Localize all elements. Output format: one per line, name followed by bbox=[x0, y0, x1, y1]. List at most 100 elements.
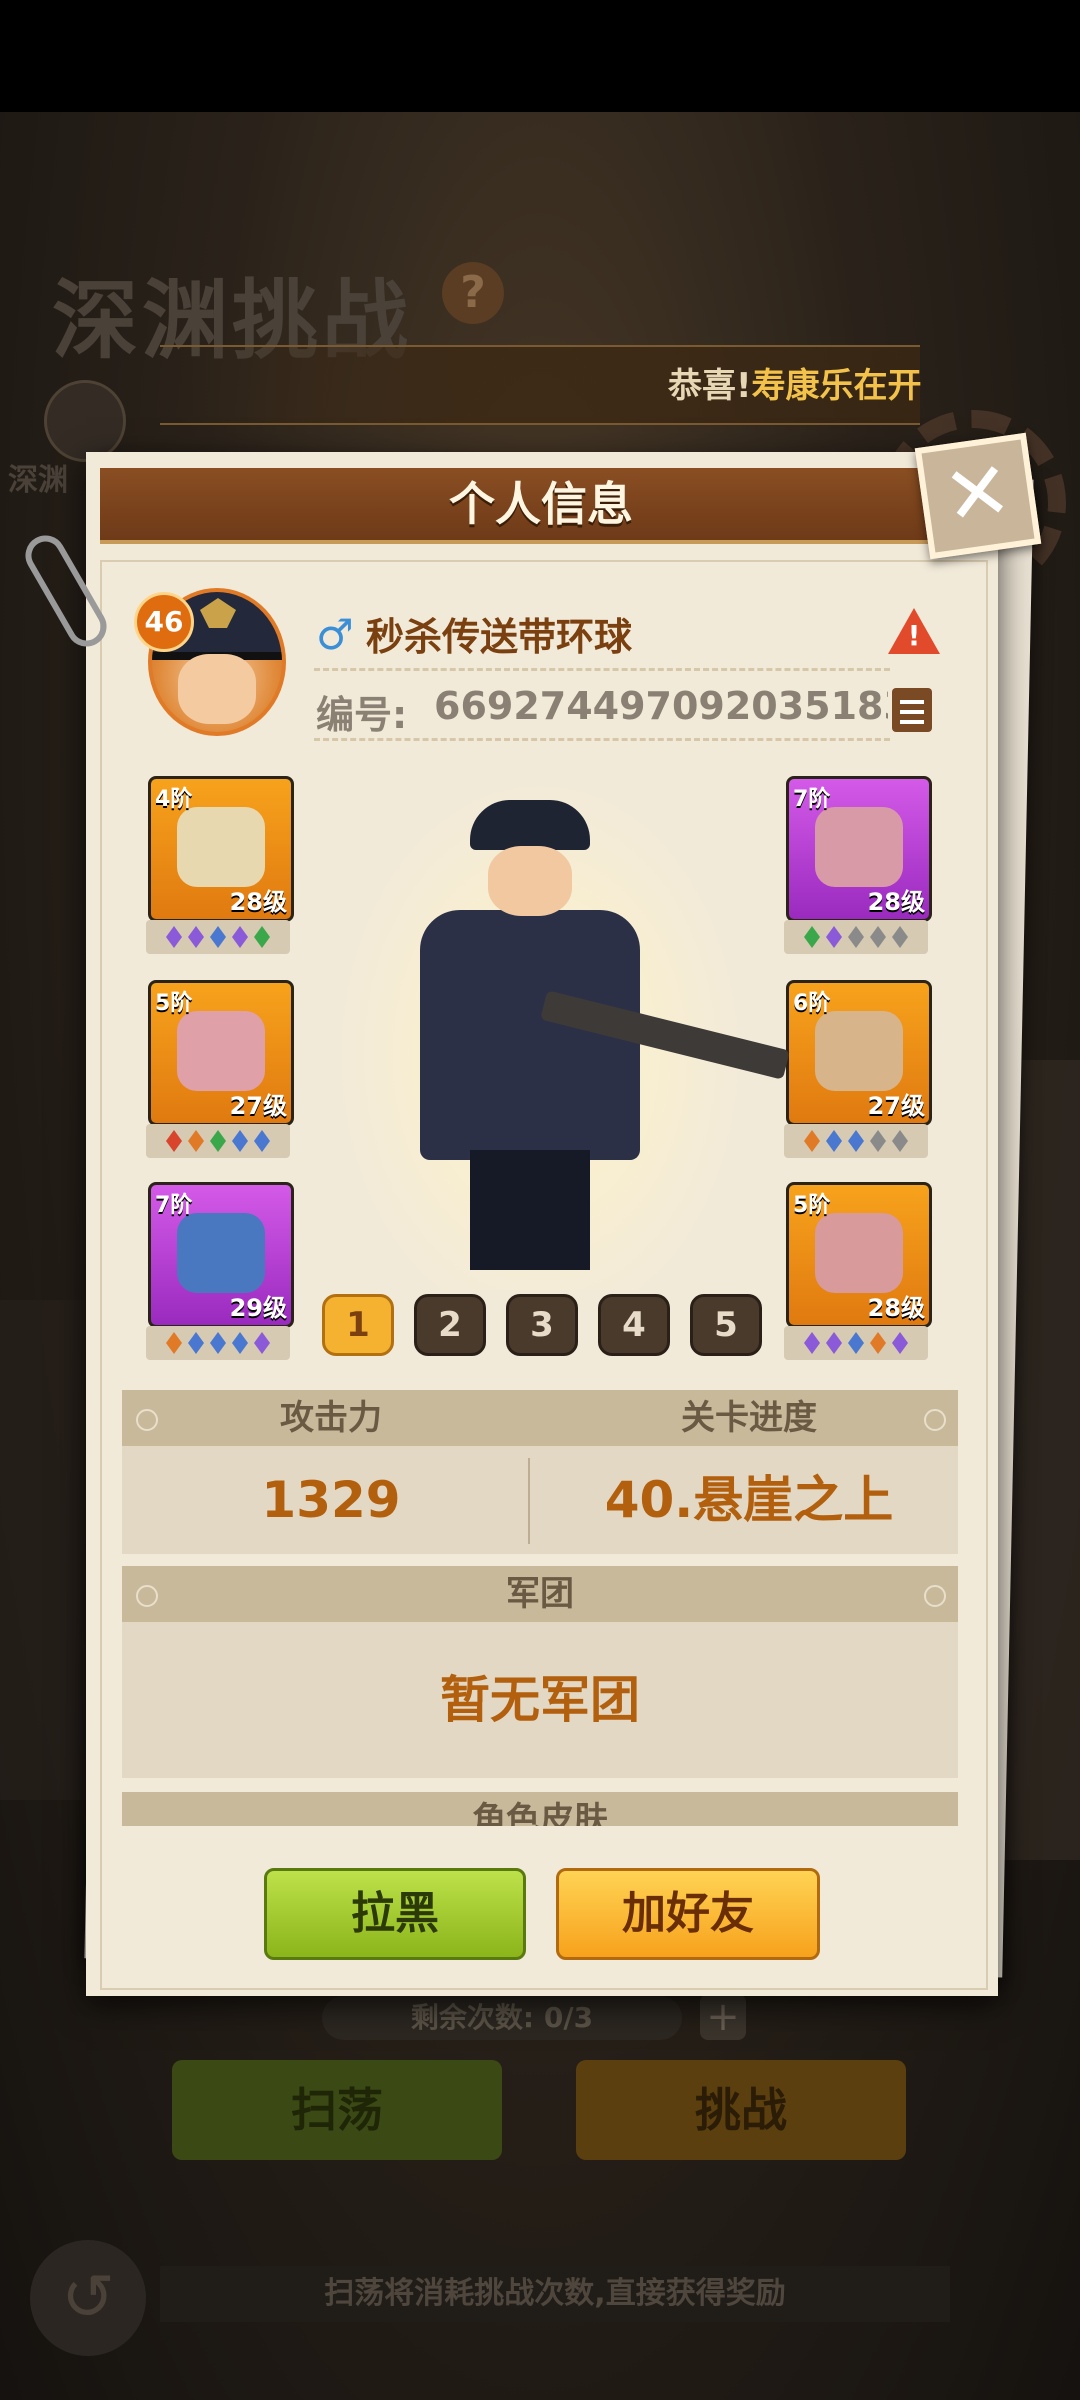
rank-shield-icon bbox=[44, 380, 126, 462]
gem-icon bbox=[892, 1130, 908, 1152]
corner-dot bbox=[924, 1585, 946, 1607]
gloves-icon bbox=[815, 1213, 903, 1293]
gem-icon bbox=[188, 1332, 204, 1354]
copy-icon[interactable] bbox=[892, 688, 932, 732]
gem-icon bbox=[870, 1130, 886, 1152]
gem-icon bbox=[166, 1130, 182, 1152]
equipment-tier: 6阶 bbox=[793, 991, 831, 1016]
attack-label: 攻击力 bbox=[280, 1398, 382, 1438]
gem-icon bbox=[826, 1130, 842, 1152]
gem-icon bbox=[892, 1332, 908, 1354]
gem-row bbox=[784, 920, 928, 954]
corner-dot bbox=[136, 1409, 158, 1431]
stage-label: 关卡进度 bbox=[681, 1398, 817, 1438]
loadout-slot-3[interactable]: 3 bbox=[506, 1294, 578, 1356]
add-attempts-button[interactable]: + bbox=[700, 1994, 746, 2040]
boots-icon bbox=[177, 1213, 265, 1293]
avatar-face bbox=[178, 654, 256, 724]
gem-icon bbox=[826, 1332, 842, 1354]
leg-armor-icon bbox=[815, 1011, 903, 1091]
back-arrow-icon[interactable]: ↺ bbox=[30, 2240, 146, 2356]
sweep-tip: 扫荡将消耗挑战次数,直接获得奖励 bbox=[160, 2266, 950, 2322]
equipment-tier: 5阶 bbox=[793, 1193, 831, 1218]
announcement-text: 恭喜!寿康乐在开 bbox=[668, 358, 922, 407]
loadout-slot-5[interactable]: 5 bbox=[690, 1294, 762, 1356]
equipment-tier: 4阶 bbox=[155, 787, 193, 812]
close-button[interactable]: ✕ bbox=[914, 432, 1042, 560]
announcement-suffix: 开 bbox=[887, 366, 922, 406]
dialog-title: 个人信息 bbox=[449, 477, 633, 531]
announcement-name: 寿康乐在 bbox=[751, 366, 888, 406]
block-button[interactable]: 拉黑 bbox=[264, 1868, 526, 1960]
announcement-prefix: 恭喜! bbox=[668, 366, 752, 406]
gem-icon bbox=[188, 1130, 204, 1152]
equipment-level: 28级 bbox=[867, 1294, 925, 1322]
gem-icon bbox=[232, 1130, 248, 1152]
equipment-shoulder[interactable]: 7阶 28级 bbox=[786, 776, 932, 922]
gem-row bbox=[146, 1124, 290, 1158]
gem-icon bbox=[848, 1332, 864, 1354]
skin-label: 角色皮肤 bbox=[472, 1800, 608, 1826]
gem-icon bbox=[232, 1332, 248, 1354]
gem-icon bbox=[804, 926, 820, 948]
equipment-helmet[interactable]: 4阶 28级 bbox=[148, 776, 294, 922]
id-label: 编号: bbox=[316, 693, 408, 737]
gem-icon bbox=[870, 926, 886, 948]
gem-icon bbox=[804, 1332, 820, 1354]
corner-dot bbox=[136, 1585, 158, 1607]
equipment-gloves[interactable]: 5阶 28级 bbox=[786, 1182, 932, 1328]
stage-value: 40.悬崖之上 bbox=[604, 1471, 894, 1529]
gem-icon bbox=[254, 926, 270, 948]
level-badge: 46 bbox=[134, 592, 194, 652]
character-legs bbox=[470, 1150, 590, 1270]
equipment-level: 29级 bbox=[229, 1294, 287, 1322]
gem-row bbox=[784, 1326, 928, 1360]
gem-icon bbox=[210, 1332, 226, 1354]
close-icon: ✕ bbox=[937, 442, 1018, 545]
character-portrait bbox=[410, 800, 790, 1270]
gem-icon bbox=[188, 926, 204, 948]
help-icon[interactable]: ? bbox=[442, 262, 504, 324]
chest-armor-icon bbox=[177, 1011, 265, 1091]
divider bbox=[314, 668, 890, 671]
gem-icon bbox=[848, 1130, 864, 1152]
shoulder-armor-icon bbox=[815, 807, 903, 887]
gem-row bbox=[784, 1124, 928, 1158]
corner-dot bbox=[924, 1409, 946, 1431]
equipment-chest[interactable]: 5阶 27级 bbox=[148, 980, 294, 1126]
gem-icon bbox=[166, 1332, 182, 1354]
equipment-tier: 5阶 bbox=[155, 991, 193, 1016]
id-value: 66927449709203518315 bbox=[434, 684, 888, 728]
character-cap bbox=[470, 800, 590, 850]
sweep-button[interactable]: 扫荡 bbox=[172, 2060, 502, 2160]
equipment-legs[interactable]: 6阶 27级 bbox=[786, 980, 932, 1126]
gem-row bbox=[146, 1326, 290, 1360]
status-bar-area bbox=[0, 0, 1080, 112]
loadout-slot-1[interactable]: 1 bbox=[322, 1294, 394, 1356]
remaining-attempts: 剩余次数: 0/3 bbox=[322, 1996, 682, 2040]
divider bbox=[314, 738, 890, 741]
challenge-button[interactable]: 挑战 bbox=[576, 2060, 906, 2160]
player-name: 秒杀传送带环球 bbox=[366, 615, 633, 659]
skin-header: 角色皮肤 bbox=[122, 1792, 958, 1826]
gem-icon bbox=[210, 926, 226, 948]
character-face bbox=[488, 846, 572, 916]
gem-row bbox=[146, 920, 290, 954]
equipment-boots[interactable]: 7阶 29级 bbox=[148, 1182, 294, 1328]
gem-icon bbox=[870, 1332, 886, 1354]
rank-label: 深渊 bbox=[8, 463, 68, 498]
gem-icon bbox=[804, 1130, 820, 1152]
gem-icon bbox=[210, 1130, 226, 1152]
guild-header: 军团 bbox=[122, 1566, 958, 1622]
loadout-slot-2[interactable]: 2 bbox=[414, 1294, 486, 1356]
bg-side-left bbox=[0, 1300, 90, 1800]
loadout-slot-4[interactable]: 4 bbox=[598, 1294, 670, 1356]
equipment-level: 27级 bbox=[867, 1092, 925, 1120]
helmet-icon bbox=[177, 807, 265, 887]
add-friend-button[interactable]: 加好友 bbox=[556, 1868, 820, 1960]
gem-icon bbox=[826, 926, 842, 948]
gem-icon bbox=[232, 926, 248, 948]
equipment-level: 28级 bbox=[867, 888, 925, 916]
male-icon: ♂ bbox=[316, 610, 354, 659]
gem-icon bbox=[254, 1130, 270, 1152]
